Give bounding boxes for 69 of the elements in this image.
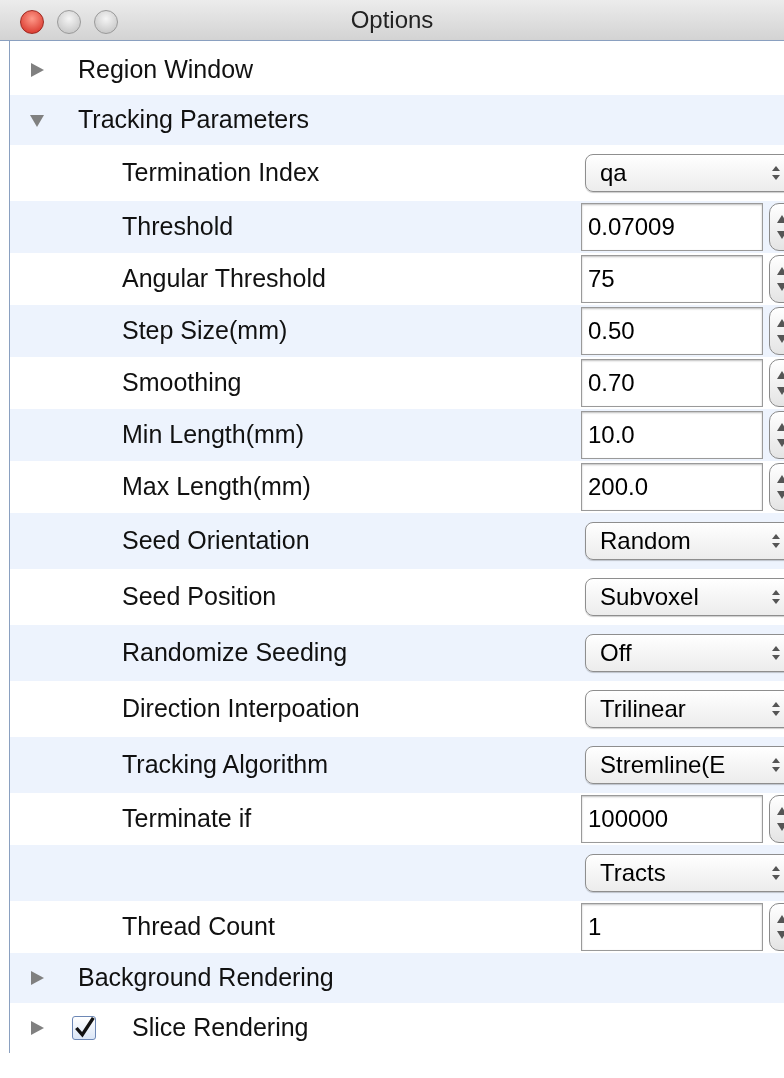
parameter-label: Seed Orientation — [122, 525, 310, 557]
parameter-label: Randomize Seeding — [122, 637, 348, 669]
updown-arrows-icon — [771, 589, 781, 605]
section-title[interactable]: Slice Rendering — [132, 1009, 309, 1047]
down-arrow-icon — [777, 491, 784, 499]
parameter-label: Step Size(mm) — [122, 315, 288, 347]
up-arrow-icon — [777, 319, 784, 327]
updown-arrows-icon — [771, 865, 781, 881]
number-field[interactable]: 200.0 — [581, 463, 763, 511]
down-arrow-icon — [777, 387, 784, 395]
down-arrow-icon — [777, 283, 784, 291]
parameter-label: Seed Position — [122, 581, 277, 613]
parameter-label: Terminate if — [122, 803, 252, 835]
parameter-label: Direction Interpoation — [122, 693, 360, 725]
up-arrow-icon — [777, 915, 784, 923]
up-arrow-icon — [777, 423, 784, 431]
up-arrow-icon — [777, 267, 784, 275]
checkbox[interactable] — [72, 1016, 96, 1040]
parameter-label: Termination Index — [122, 157, 320, 189]
dropdown-value: Subvoxel — [600, 582, 699, 612]
number-field[interactable]: 0.07009 — [581, 203, 763, 251]
up-arrow-icon — [777, 215, 784, 223]
updown-arrows-icon — [771, 757, 781, 773]
parameter-label: Thread Count — [122, 911, 275, 943]
number-field[interactable]: 0.50 — [581, 307, 763, 355]
updown-arrows-icon — [771, 533, 781, 549]
window-title: Options — [350, 5, 434, 35]
close-button[interactable] — [20, 10, 44, 34]
down-arrow-icon — [777, 439, 784, 447]
parameter-label: Smoothing — [122, 367, 242, 399]
down-arrow-icon — [777, 335, 784, 343]
updown-arrows-icon — [771, 165, 781, 181]
dropdown-value: Trilinear — [600, 694, 686, 724]
expand-arrow-icon[interactable] — [30, 971, 44, 985]
dropdown[interactable]: Trilinear — [585, 690, 784, 728]
collapse-arrow-icon[interactable] — [30, 113, 44, 127]
dropdown-value: Random — [600, 526, 691, 556]
parameter-label: Max Length(mm) — [122, 471, 311, 503]
down-arrow-icon — [777, 823, 784, 831]
dropdown-value: Stremline(E — [600, 750, 726, 780]
number-field[interactable]: 10.0 — [581, 411, 763, 459]
dropdown[interactable]: Off — [585, 634, 784, 672]
parameter-label: Threshold — [122, 211, 234, 243]
dropdown[interactable]: Tracts — [585, 854, 784, 892]
parameter-label: Min Length(mm) — [122, 419, 304, 451]
dropdown-value: Off — [600, 638, 632, 668]
up-arrow-icon — [777, 475, 784, 483]
number-field[interactable]: 1 — [581, 903, 763, 951]
number-field[interactable]: 75 — [581, 255, 763, 303]
checkmark-icon — [73, 1015, 95, 1041]
parameter-label: Tracking Algorithm — [122, 749, 329, 781]
updown-arrows-icon — [771, 701, 781, 717]
dropdown[interactable]: Random — [585, 522, 784, 560]
updown-arrows-icon — [771, 645, 781, 661]
number-field[interactable]: 0.70 — [581, 359, 763, 407]
dropdown[interactable]: Stremline(E — [585, 746, 784, 784]
parameter-label: Angular Threshold — [122, 263, 326, 295]
dropdown-value: Tracts — [600, 858, 666, 888]
up-arrow-icon — [777, 371, 784, 379]
dropdown[interactable]: Subvoxel — [585, 578, 784, 616]
up-arrow-icon — [777, 807, 784, 815]
number-field[interactable]: 100000 — [581, 795, 763, 843]
section-title[interactable]: Region Window — [78, 51, 254, 89]
dropdown-value: qa — [600, 158, 627, 188]
dropdown[interactable]: qa — [585, 154, 784, 192]
down-arrow-icon — [777, 931, 784, 939]
expand-arrow-icon[interactable] — [30, 1021, 44, 1035]
down-arrow-icon — [777, 231, 784, 239]
expand-arrow-icon[interactable] — [30, 63, 44, 77]
